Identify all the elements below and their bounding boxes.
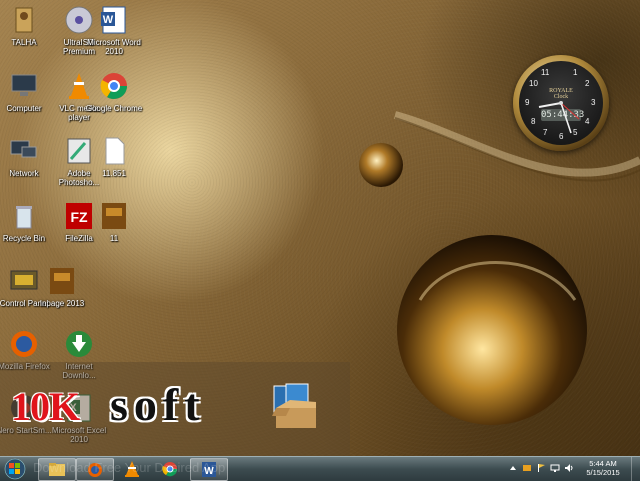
recycle-bin-icon — [8, 200, 40, 232]
desktop-icon-label: 11 — [109, 234, 119, 243]
desktop-icon[interactable]: W Microsoft Word 2010 — [83, 4, 145, 56]
desktop-icon-label: Network — [9, 169, 39, 178]
desktop-icon-label: Computer — [6, 104, 42, 113]
watermark-underlay-text: Download Free Your Desired App — [33, 460, 226, 475]
word-icon: W — [98, 4, 130, 36]
desktop-icon-label: Recycle Bin — [2, 234, 46, 243]
idm-icon — [63, 328, 95, 360]
volume-icon[interactable] — [564, 463, 574, 473]
clock-hands — [538, 101, 580, 134]
system-tray: 5:44 AM 5/15/2015 — [500, 457, 640, 481]
desktop-icon[interactable]: Computer — [0, 70, 55, 113]
clock-face: 1 2 3 4 5 6 7 8 9 10 11 ROYALE Clock 05:… — [519, 61, 603, 145]
windows-orb-icon — [4, 458, 26, 480]
desktop-icon-label: Microsoft Word 2010 — [87, 38, 141, 56]
watermark-10k: 10K — [11, 384, 80, 429]
desktop-icon[interactable]: 11.851 — [83, 135, 145, 178]
computer-icon — [8, 70, 40, 102]
network-icon — [8, 135, 40, 167]
inpage-icon — [46, 265, 78, 297]
show-hidden-icons-icon[interactable] — [508, 463, 518, 473]
desktop-icon[interactable]: TALHA — [0, 4, 55, 47]
show-desktop-button[interactable] — [631, 457, 640, 481]
desktop-icon-label: Google Chrome — [85, 104, 143, 113]
small-orb — [359, 143, 403, 187]
desktop-icon[interactable]: Google Chrome — [83, 70, 145, 113]
desktop-icon-label: 11.851 — [102, 169, 126, 178]
tray-time: 5:44 AM — [589, 459, 617, 468]
action-center-flag-icon[interactable] — [536, 463, 546, 473]
tray-date: 5/15/2015 — [586, 468, 620, 477]
desktop-icon-label: Inpage 2013 — [39, 299, 85, 308]
network-icon[interactable] — [550, 463, 560, 473]
tray-app-icon[interactable] — [522, 463, 532, 473]
clock-gadget[interactable]: 1 2 3 4 5 6 7 8 9 10 11 ROYALE Clock 05:… — [513, 55, 609, 151]
desktop-wallpaper: TALHA UltraISO Premium W Microsoft Word 201… — [0, 0, 640, 456]
desktop-icon[interactable]: Inpage 2013 — [31, 265, 93, 308]
desktop-icon[interactable]: 11 — [83, 200, 145, 243]
desktop-icon[interactable]: Network — [0, 135, 55, 178]
tray-clock[interactable]: 5:44 AM 5/15/2015 — [580, 459, 626, 477]
svg-text:W: W — [103, 14, 114, 26]
inpage-file-icon — [98, 200, 130, 232]
desktop-icon[interactable]: Recycle Bin — [0, 200, 55, 243]
watermark-soft: soft — [110, 379, 206, 430]
firefox-icon — [8, 328, 40, 360]
desktop-icon-label: TALHA — [11, 38, 37, 47]
chrome-icon — [98, 70, 130, 102]
start-button[interactable] — [2, 458, 28, 480]
blank-file-icon — [98, 135, 130, 167]
user-folder-icon — [8, 4, 40, 36]
software-box-icon — [272, 383, 316, 428]
